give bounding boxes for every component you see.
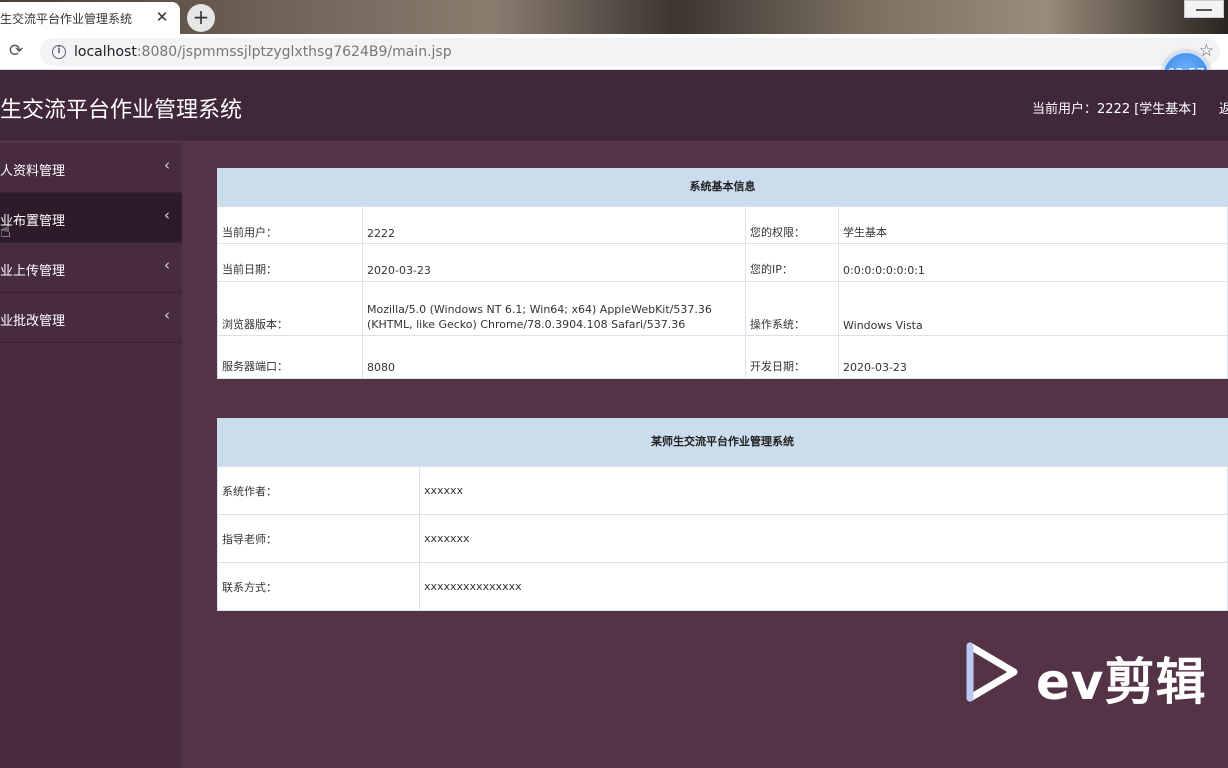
table-cell: xxxxxxxxxxxxxxx bbox=[419, 562, 1228, 611]
url-input[interactable]: i localhost:8080/jspmmssjlptzyglxthsg762… bbox=[40, 38, 1220, 66]
table-cell: 您的权限： bbox=[745, 206, 839, 244]
table-cell: 2020-03-23 bbox=[838, 335, 1228, 379]
info-icon[interactable]: i bbox=[52, 45, 66, 59]
sidebar-item-label: 业上传管理 bbox=[0, 264, 66, 279]
table-cell: 联系方式： bbox=[217, 562, 420, 611]
address-bar: ⟳ i localhost:8080/jspmmssjlptzyglxthsg7… bbox=[0, 34, 1228, 70]
tab-title: 生交流平台作业管理系统 bbox=[0, 11, 133, 26]
chevron-left-icon: ‹ bbox=[164, 306, 170, 324]
table-cell: 系统作者： bbox=[217, 466, 420, 515]
panel-heading: 系统基本信息 bbox=[217, 168, 1228, 206]
chevron-left-icon: ‹ bbox=[164, 156, 170, 174]
new-tab-button[interactable]: + bbox=[187, 4, 215, 32]
sidebar-item-label: 人资料管理 bbox=[0, 164, 66, 179]
url-text: localhost:8080/jspmmssjlptzyglxthsg7624B… bbox=[74, 44, 452, 60]
sidebar-item-homework-assign[interactable]: 业布置管理 ‹ bbox=[0, 193, 182, 243]
hand-cursor-icon: ☝ bbox=[0, 221, 11, 242]
table-cell: 当前日期： bbox=[217, 243, 363, 282]
table-cell: 2222 bbox=[362, 206, 746, 244]
system-info-panel: 系统基本信息 当前用户： 2222 您的权限： 学生基本 当前日期： 2020-… bbox=[217, 168, 1228, 379]
minimize-button[interactable] bbox=[1184, 0, 1224, 18]
table-cell: 0:0:0:0:0:0:0:1 bbox=[838, 243, 1228, 282]
table-cell: 2020-03-23 bbox=[362, 243, 746, 282]
table-cell: 浏览器版本： bbox=[217, 281, 363, 336]
table-cell: xxxxxxx bbox=[419, 514, 1228, 563]
watermark-text: ev剪辑 bbox=[1036, 653, 1207, 711]
sidebar-item-label: 业批改管理 bbox=[0, 314, 66, 329]
table-row: 指导老师： xxxxxxx bbox=[217, 514, 1228, 563]
panel-heading: 某师生交流平台作业管理系统 bbox=[217, 418, 1228, 466]
table-row: 当前用户： 2222 您的权限： 学生基本 bbox=[217, 206, 1228, 244]
sidebar-item-homework-upload[interactable]: 业上传管理 ‹ bbox=[0, 243, 182, 293]
table-cell: 指导老师： bbox=[217, 514, 420, 563]
reload-icon[interactable]: ⟳ bbox=[9, 41, 23, 61]
table-row: 系统作者： xxxxxx bbox=[217, 466, 1228, 515]
close-icon[interactable]: ✕ bbox=[154, 8, 170, 26]
minimize-icon bbox=[1196, 9, 1212, 11]
url-path: :8080/jspmmssjlptzyglxthsg7624B9/main.js… bbox=[136, 44, 452, 60]
table-cell: 操作系统： bbox=[745, 281, 839, 336]
chevron-left-icon: ‹ bbox=[164, 206, 170, 224]
table-cell: Mozilla/5.0 (Windows NT 6.1; Win64; x64)… bbox=[362, 281, 746, 336]
table-cell: 8080 bbox=[362, 335, 746, 379]
current-user-info: 当前用户：2222 [学生基本] bbox=[1032, 102, 1197, 117]
app-header: 生交流平台作业管理系统 当前用户：2222 [学生基本] 返 bbox=[0, 70, 1228, 142]
sidebar-item-personal-info[interactable]: 人资料管理 ‹ bbox=[0, 143, 182, 193]
table-row: 当前日期： 2020-03-23 您的IP： 0:0:0:0:0:0:0:1 bbox=[217, 243, 1228, 282]
play-logo-icon bbox=[966, 642, 1018, 702]
chevron-left-icon: ‹ bbox=[164, 256, 170, 274]
page-title: 生交流平台作业管理系统 bbox=[0, 98, 243, 123]
about-table: 系统作者： xxxxxx 指导老师： xxxxxxx 联系方式： xxxxxxx… bbox=[217, 466, 1228, 611]
url-host: localhost bbox=[74, 44, 137, 60]
table-cell: Windows Vista bbox=[838, 281, 1228, 336]
browser-tab[interactable]: 生交流平台作业管理系统 ✕ bbox=[0, 2, 180, 34]
table-cell: 学生基本 bbox=[838, 206, 1228, 244]
table-cell: 当前用户： bbox=[217, 206, 363, 244]
table-cell: 服务器端口： bbox=[217, 335, 363, 379]
table-cell: 开发日期： bbox=[745, 335, 839, 379]
ev-watermark: ev剪辑 bbox=[962, 640, 1228, 711]
browser-tab-strip: 生交流平台作业管理系统 ✕ + bbox=[0, 0, 1228, 34]
logout-link[interactable]: 返 bbox=[1219, 98, 1228, 117]
about-panel: 某师生交流平台作业管理系统 系统作者： xxxxxx 指导老师： xxxxxxx… bbox=[217, 418, 1228, 611]
table-row: 浏览器版本： Mozilla/5.0 (Windows NT 6.1; Win6… bbox=[217, 281, 1228, 336]
table-cell: 您的IP： bbox=[745, 243, 839, 282]
table-row: 服务器端口： 8080 开发日期： 2020-03-23 bbox=[217, 335, 1228, 379]
sidebar: 人资料管理 ‹ 业布置管理 ‹ 业上传管理 ‹ 业批改管理 ‹ ☝ bbox=[0, 143, 182, 768]
table-row: 联系方式： xxxxxxxxxxxxxxx bbox=[217, 562, 1228, 611]
table-cell: xxxxxx bbox=[419, 466, 1228, 515]
system-info-table: 当前用户： 2222 您的权限： 学生基本 当前日期： 2020-03-23 您… bbox=[217, 206, 1228, 379]
sidebar-item-homework-grading[interactable]: 业批改管理 ‹ bbox=[0, 293, 182, 343]
